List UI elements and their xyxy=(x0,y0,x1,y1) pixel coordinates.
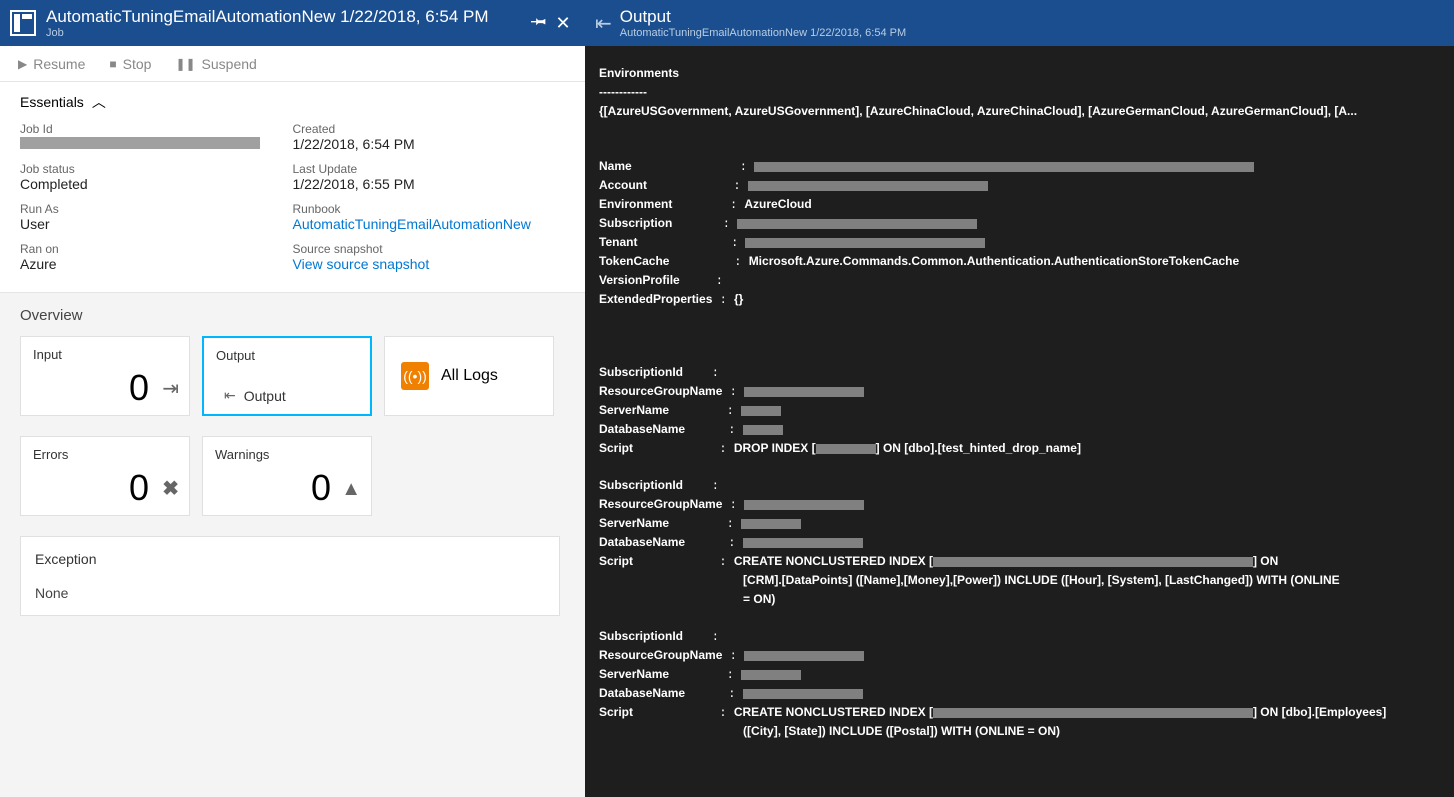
ranon-value: Azure xyxy=(20,256,293,272)
errors-tile[interactable]: Errors 0 ✖ xyxy=(20,436,190,516)
stop-icon: ■ xyxy=(109,57,116,71)
output-subtitle: AutomaticTuningEmailAutomationNew 1/22/2… xyxy=(620,27,906,39)
warning-icon: ▲ xyxy=(341,478,361,501)
stop-button[interactable]: ■Stop xyxy=(109,56,151,72)
output-icon: ⇤ xyxy=(224,387,236,404)
errors-count: 0 xyxy=(129,467,149,509)
jobid-value xyxy=(20,136,293,152)
created-label: Created xyxy=(293,122,566,136)
alllogs-tile[interactable]: ((•)) All Logs xyxy=(384,336,554,416)
output-console[interactable]: Environments ------------ {[AzureUSGover… xyxy=(585,46,1454,797)
created-value: 1/22/2018, 6:54 PM xyxy=(293,136,566,152)
jobid-label: Job Id xyxy=(20,122,293,136)
essentials-section: Essentials ︿ Job Id Job statusCompleted … xyxy=(0,82,585,293)
job-icon xyxy=(10,10,36,36)
chevron-up-icon: ︿ xyxy=(92,92,106,112)
input-count: 0 xyxy=(129,367,149,409)
output-title: Output xyxy=(620,7,906,27)
lastupdate-value: 1/22/2018, 6:55 PM xyxy=(293,176,566,192)
suspend-button[interactable]: ❚❚Suspend xyxy=(175,56,256,72)
essentials-toggle[interactable]: Essentials ︿ xyxy=(20,92,565,112)
play-icon: ▶ xyxy=(18,57,27,71)
job-subtitle: Job xyxy=(46,27,527,39)
close-icon[interactable]: ✕ xyxy=(551,13,575,34)
logs-icon: ((•)) xyxy=(401,362,429,390)
resume-button[interactable]: ▶Resume xyxy=(18,56,85,72)
runbook-label: Runbook xyxy=(293,202,566,216)
snapshot-label: Source snapshot xyxy=(293,242,566,256)
exception-tile[interactable]: Exception None xyxy=(20,536,560,616)
overview-title: Overview xyxy=(20,307,565,324)
error-icon: ✖ xyxy=(162,476,179,501)
input-icon: ⇥ xyxy=(162,376,179,401)
runbook-link[interactable]: AutomaticTuningEmailAutomationNew xyxy=(293,216,566,232)
exception-value: None xyxy=(35,585,545,601)
output-tile[interactable]: Output ⇤Output xyxy=(202,336,372,416)
output-panel-icon: ⇤ xyxy=(595,11,612,36)
pin-icon[interactable] xyxy=(527,13,551,34)
warnings-tile[interactable]: Warnings 0 ▲ xyxy=(202,436,372,516)
snapshot-link[interactable]: View source snapshot xyxy=(293,256,566,272)
warnings-count: 0 xyxy=(311,467,331,509)
jobstatus-label: Job status xyxy=(20,162,293,176)
pause-icon: ❚❚ xyxy=(175,57,195,71)
input-tile[interactable]: Input 0 ⇥ xyxy=(20,336,190,416)
jobstatus-value: Completed xyxy=(20,176,293,192)
overview-section: Overview Input 0 ⇥ Output ⇤Output ((•)) … xyxy=(0,293,585,797)
toolbar: ▶Resume ■Stop ❚❚Suspend xyxy=(0,46,585,82)
lastupdate-label: Last Update xyxy=(293,162,566,176)
job-title: AutomaticTuningEmailAutomationNew 1/22/2… xyxy=(46,7,527,27)
output-header: ⇤ Output AutomaticTuningEmailAutomationN… xyxy=(585,0,1454,46)
job-header: AutomaticTuningEmailAutomationNew 1/22/2… xyxy=(0,0,585,46)
ranon-label: Ran on xyxy=(20,242,293,256)
runas-value: User xyxy=(20,216,293,232)
runas-label: Run As xyxy=(20,202,293,216)
